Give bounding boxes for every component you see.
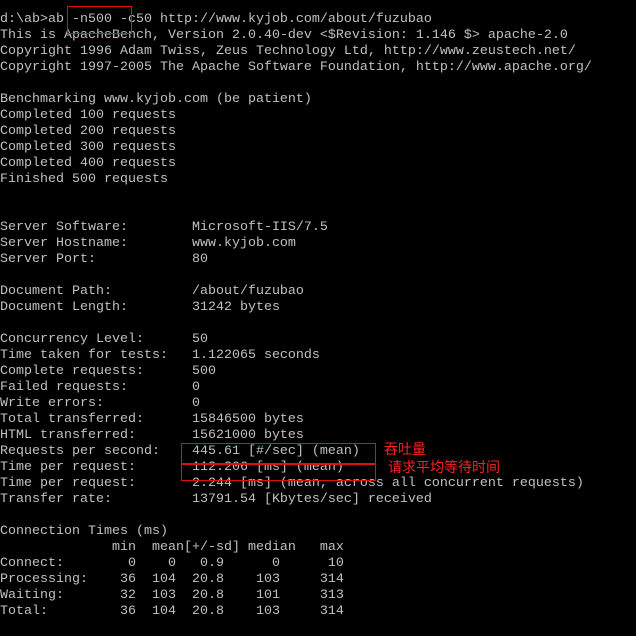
console-output: d:\ab>ab -n500 -c50 http://www.kyjob.com… xyxy=(0,12,592,620)
highlight-box-requests-per-second xyxy=(181,443,376,465)
console-line: Failed requests: 0 xyxy=(0,380,200,395)
highlight-box-time-per-request xyxy=(181,463,376,481)
console-line: Connect: 0 0 0.9 0 10 xyxy=(0,556,344,571)
console-line: Server Hostname: www.kyjob.com xyxy=(0,236,296,251)
annotation-avg-wait: 请求平均等待时间 xyxy=(388,460,500,476)
console-line: Completed 400 requests xyxy=(0,156,176,171)
console-line: Connection Times (ms) xyxy=(0,524,168,539)
console-line: HTML transferred: 15621000 bytes xyxy=(0,428,304,443)
console-line: Completed 300 requests xyxy=(0,140,176,155)
console-line: Document Path: /about/fuzubao xyxy=(0,284,304,299)
console-line: Benchmarking www.kyjob.com (be patient) xyxy=(0,92,312,107)
console-line: Completed 200 requests xyxy=(0,124,176,139)
console-line: Finished 500 requests xyxy=(0,172,168,187)
console-line: Concurrency Level: 50 xyxy=(0,332,208,347)
console-line: Copyright 1997-2005 The Apache Software … xyxy=(0,60,592,75)
console-line: Completed 100 requests xyxy=(0,108,176,123)
console-line: Write errors: 0 xyxy=(0,396,200,411)
console-line: Complete requests: 500 xyxy=(0,364,216,379)
console-line: Copyright 1996 Adam Twiss, Zeus Technolo… xyxy=(0,44,576,59)
console-line: Document Length: 31242 bytes xyxy=(0,300,280,315)
console-line: Total: 36 104 20.8 103 314 xyxy=(0,604,344,619)
console-line: Waiting: 32 103 20.8 101 313 xyxy=(0,588,344,603)
annotation-throughput: 吞吐量 xyxy=(384,442,426,458)
console-line: min mean[+/-sd] median max xyxy=(0,540,344,555)
console-line: Processing: 36 104 20.8 103 314 xyxy=(0,572,344,587)
console-line: Time taken for tests: 1.122065 seconds xyxy=(0,348,320,363)
highlight-box-args xyxy=(67,6,132,34)
console-line: Transfer rate: 13791.54 [Kbytes/sec] rec… xyxy=(0,492,432,507)
console-line: Server Port: 80 xyxy=(0,252,208,267)
console-line: Total transferred: 15846500 bytes xyxy=(0,412,304,427)
console-line: Server Software: Microsoft-IIS/7.5 xyxy=(0,220,328,235)
